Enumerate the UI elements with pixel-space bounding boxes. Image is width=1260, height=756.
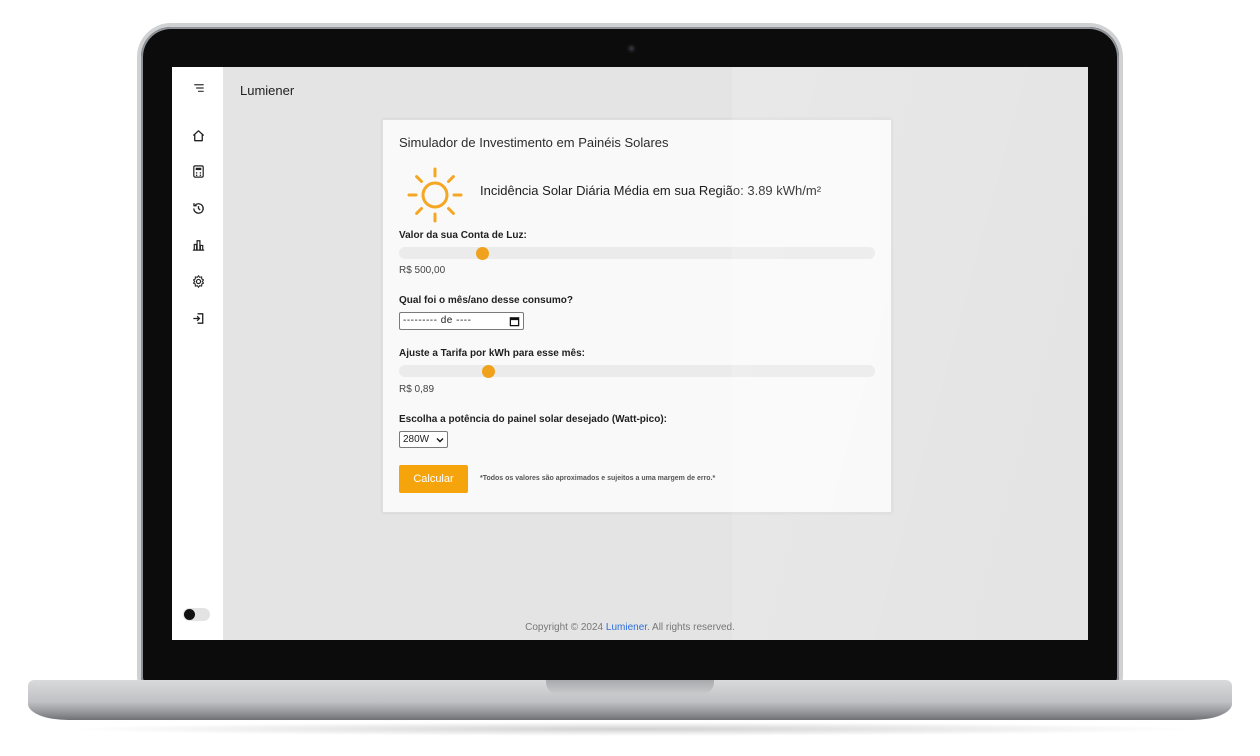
laptop-notch [546, 680, 714, 694]
footer-prefix: Copyright © 2024 [525, 622, 606, 633]
theme-toggle[interactable] [183, 608, 210, 621]
app-title: Lumiener [240, 83, 295, 98]
calendar-icon[interactable] [509, 316, 520, 327]
disclaimer: *Todos os valores são aproximados e suje… [480, 475, 716, 482]
tariff-value: R$ 0,89 [399, 384, 435, 395]
logout-icon[interactable] [186, 306, 210, 330]
chevron-down-icon [436, 438, 444, 443]
panel-power-value: 280W [403, 434, 430, 445]
sidebar [172, 67, 223, 640]
bill-value: R$ 500,00 [399, 265, 446, 276]
footer-suffix: . All rights reserved. [647, 622, 735, 633]
month-input[interactable]: --------- de ---- [399, 312, 524, 330]
irradiance-text: Incidência Solar Diária Média em sua Reg… [480, 183, 822, 198]
toggle-knob [184, 609, 195, 620]
footer-brand-link[interactable]: Lumiener [606, 622, 647, 633]
history-icon[interactable] [186, 196, 210, 220]
month-label: Qual foi o mês/ano desse consumo? [399, 295, 573, 306]
home-icon[interactable] [186, 123, 210, 147]
sun-icon [407, 167, 463, 223]
gear-icon[interactable] [186, 269, 210, 293]
month-placeholder: --------- de ---- [403, 315, 472, 326]
tariff-slider[interactable] [399, 364, 875, 378]
calculate-button[interactable]: Calcular [399, 465, 468, 493]
panel-label: Escolha a potência do painel solar desej… [399, 414, 668, 425]
chart-icon[interactable] [186, 232, 210, 256]
calculator-icon[interactable] [186, 159, 210, 183]
panel-power-select[interactable]: 280W [399, 431, 448, 448]
bill-slider[interactable] [399, 246, 875, 260]
bill-slider-thumb[interactable] [476, 246, 490, 260]
simulator-card: Simulador de Investimento em Painéis Sol… [382, 119, 892, 513]
laptop-shadow [60, 722, 1200, 736]
tariff-label: Ajuste a Tarifa por kWh para esse mês: [399, 348, 585, 359]
tariff-slider-thumb[interactable] [481, 364, 495, 378]
card-title: Simulador de Investimento em Painéis Sol… [399, 135, 669, 150]
webcam [627, 44, 636, 53]
app-screen: Lumiener Simulador de Investimento em Pa… [172, 67, 1088, 640]
menu-icon[interactable] [186, 76, 210, 100]
footer: Copyright © 2024 Lumiener. All rights re… [172, 622, 1088, 633]
bill-label: Valor da sua Conta de Luz: [399, 230, 527, 241]
